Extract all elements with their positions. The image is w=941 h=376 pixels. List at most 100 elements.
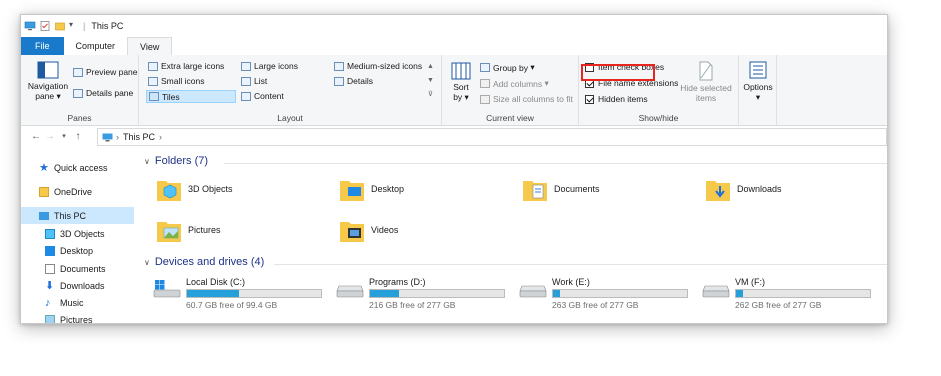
drive-free-space: 263 GB free of 277 GB	[552, 300, 639, 310]
group-options: Options ▾	[739, 55, 777, 125]
layout-content[interactable]: Content	[241, 91, 284, 101]
up-arrow-icon[interactable]: ↑	[71, 131, 85, 142]
desktop-icon	[45, 245, 55, 256]
details-pane-button[interactable]: Details pane	[73, 88, 133, 98]
recent-locations-icon[interactable]: ▾	[57, 132, 71, 140]
desktop-folder-icon	[340, 181, 364, 201]
sidebar-item-quick-access[interactable]: ★ Quick access	[21, 159, 134, 176]
small-icons-icon	[148, 76, 158, 86]
details-icon	[334, 76, 344, 86]
tab-computer[interactable]: Computer	[64, 37, 128, 55]
sidebar-item-music[interactable]: ♪ Music	[21, 294, 134, 311]
drive-f[interactable]: VM (F:) 262 GB free of 277 GB	[701, 277, 871, 310]
layout-list[interactable]: List	[241, 76, 267, 86]
sidebar-item-label: This PC	[54, 210, 87, 221]
layout-small-icons[interactable]: Small icons	[148, 76, 204, 86]
options-button[interactable]: Options ▾	[741, 61, 775, 103]
address-path[interactable]: › This PC ›	[97, 128, 887, 146]
sort-by-label: Sort	[453, 82, 469, 92]
hidden-items-toggle[interactable]: Hidden items	[585, 94, 648, 104]
group-label-show-hide: Show/hide	[638, 113, 679, 123]
folders-section-header[interactable]: ∨ Folders (7)	[144, 155, 208, 167]
divider	[224, 163, 887, 164]
medium-icons-icon	[334, 61, 344, 71]
folder-videos[interactable]: Videos	[339, 216, 398, 244]
navigation-pane-icon	[37, 61, 59, 79]
sidebar-item-documents[interactable]: Documents	[21, 260, 134, 277]
breadcrumb-chevron-icon[interactable]: ›	[159, 132, 162, 142]
layout-item-label: Details	[347, 76, 373, 86]
sort-by-label-2: by ▾	[453, 92, 469, 102]
sidebar-item-3d-objects[interactable]: 3D Objects	[21, 225, 134, 242]
layout-item-label: Content	[254, 91, 284, 101]
layout-tiles[interactable]: Tiles	[146, 90, 236, 103]
folder-downloads[interactable]: Downloads	[705, 175, 782, 203]
collapse-chevron-icon[interactable]: ∨	[144, 157, 150, 166]
drive-e[interactable]: Work (E:) 263 GB free of 277 GB	[518, 277, 688, 310]
scroll-up-icon[interactable]: ▲	[427, 60, 434, 74]
tab-view[interactable]: View	[127, 37, 173, 55]
layout-scroll[interactable]: ▲ ▼ ⊽	[427, 60, 434, 102]
drive-name: Work (E:)	[552, 277, 590, 287]
documents-folder-icon	[523, 181, 547, 201]
layout-medium-icons[interactable]: Medium-sized icons	[334, 61, 422, 71]
drive-usage-fill	[187, 290, 240, 297]
group-by-button[interactable]: Group by ▾	[480, 62, 535, 73]
hidden-items-checkbox[interactable]	[585, 94, 594, 104]
large-icons-icon	[241, 61, 251, 71]
group-label-panes: Panes	[67, 113, 92, 123]
hide-selected-label-2: items	[695, 93, 717, 103]
group-panes: Navigation pane ▾ Preview pane Details p…	[21, 55, 139, 125]
extra-large-icons-icon	[148, 61, 158, 71]
drive-c[interactable]: Local Disk (C:) 60.7 GB free of 99.4 GB	[152, 277, 322, 310]
size-all-columns-button[interactable]: Size all columns to fit	[480, 94, 573, 104]
group-current-view: Sort by ▾ Group by ▾ Add columns ▾ Size …	[442, 55, 579, 125]
folder-desktop[interactable]: Desktop	[339, 175, 404, 203]
drive-usage-bar	[186, 289, 322, 298]
ribbon-view: Navigation pane ▾ Preview pane Details p…	[21, 55, 887, 126]
breadcrumb-this-pc[interactable]: This PC	[123, 132, 155, 142]
navigation-pane-button[interactable]: Navigation pane ▾	[27, 61, 69, 102]
videos-folder-icon	[340, 222, 364, 242]
navigation-pane-label: Navigation	[27, 81, 69, 91]
back-arrow-icon[interactable]: ←	[29, 131, 43, 142]
file-explorer-window: ▾ | This PC File Computer View Navigatio…	[20, 14, 888, 324]
drives-section-header[interactable]: ∨ Devices and drives (4)	[144, 256, 264, 268]
sidebar-item-onedrive[interactable]: OneDrive	[21, 183, 134, 200]
hide-selected-items-button[interactable]: Hide selected items	[680, 61, 732, 103]
new-folder-icon[interactable]	[54, 20, 66, 32]
drive-usage-bar	[552, 289, 688, 298]
sidebar-item-pictures[interactable]: Pictures	[21, 311, 134, 323]
folder-pictures[interactable]: Pictures	[156, 216, 221, 244]
layout-details[interactable]: Details	[334, 76, 373, 86]
hard-drive-icon	[519, 285, 547, 298]
scroll-down-icon[interactable]: ▼	[427, 74, 434, 88]
sidebar-item-desktop[interactable]: Desktop	[21, 242, 134, 259]
folder-documents[interactable]: Documents	[522, 175, 600, 203]
properties-icon[interactable]	[39, 20, 51, 32]
layout-extra-large-icons[interactable]: Extra large icons	[148, 61, 224, 71]
sidebar-item-downloads[interactable]: ⬇ Downloads	[21, 277, 134, 294]
layout-item-label: List	[254, 76, 268, 86]
layout-large-icons[interactable]: Large icons	[241, 61, 298, 71]
drive-d[interactable]: Programs (D:) 216 GB free of 277 GB	[335, 277, 505, 310]
size-columns-label: Size all columns to fit	[493, 94, 573, 104]
add-columns-button[interactable]: Add columns ▾	[480, 78, 549, 89]
more-layouts-icon[interactable]: ⊽	[428, 88, 433, 102]
sidebar-item-label: 3D Objects	[60, 228, 105, 239]
hard-drive-icon	[336, 285, 364, 298]
sort-by-button[interactable]: Sort by ▾	[449, 62, 473, 103]
sidebar-item-label: Quick access	[54, 162, 108, 173]
forward-arrow-icon[interactable]: →	[43, 131, 57, 142]
address-bar: ← → ▾ ↑ › This PC ›	[21, 127, 887, 146]
folder-3d-objects[interactable]: 3D Objects	[156, 175, 233, 203]
list-icon	[241, 76, 251, 86]
preview-pane-button[interactable]: Preview pane	[73, 67, 138, 77]
sidebar-item-this-pc[interactable]: This PC	[21, 207, 134, 224]
drive-usage-bar	[735, 289, 871, 298]
breadcrumb-separator: ›	[116, 132, 119, 142]
tab-file[interactable]: File	[21, 37, 64, 55]
collapse-chevron-icon[interactable]: ∨	[144, 258, 150, 267]
group-by-icon	[480, 63, 490, 72]
customize-quick-access-icon[interactable]: ▾	[69, 20, 81, 32]
